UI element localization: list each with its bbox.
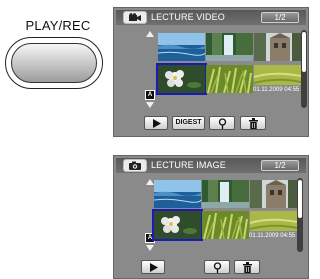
image-screen-header: LECTURE IMAGE 1/2 [116,158,306,173]
video-play-button[interactable] [144,116,168,130]
image-thumbnail[interactable] [250,211,297,231]
lecture-playback-illustration: PLAY/REC LECTURE VIDEO 1/2 A 01.11.2009 … [0,0,315,279]
image-screen-title: LECTURE IMAGE [151,160,226,170]
video-delete-button[interactable] [240,116,266,130]
flower-thumbnail-image [158,65,205,93]
waterfall-thumbnail-image [202,180,249,208]
play-rec-label: PLAY/REC [25,18,91,33]
video-mode-button[interactable] [123,11,147,24]
play-icon [150,263,158,272]
image-date-label: 01.11.2009 04:55 [249,233,296,239]
search-icon [213,262,222,273]
ocean-thumbnail-image [158,33,205,61]
trash-icon [249,118,258,129]
video-lock-icon: A [145,90,155,100]
video-screen-title: LECTURE VIDEO [151,12,225,22]
video-scroll-down-arrow[interactable] [146,102,154,108]
video-thumbnail[interactable] [158,33,205,61]
video-date-label: 01.11.2009 04:55 [253,87,300,93]
play-icon [153,119,161,128]
image-thumbnail[interactable] [250,180,297,208]
play-rec-button[interactable] [5,37,103,89]
image-play-button[interactable] [141,260,165,274]
video-thumbnail[interactable] [254,65,301,85]
video-index-screen: LECTURE VIDEO 1/2 A 01.11.2009 04:55 DIG… [113,7,309,137]
image-thumbnail[interactable] [202,211,249,239]
image-thumbnail[interactable] [154,180,201,208]
grass-thumbnail-image [202,211,249,239]
image-scrollbar-thumb[interactable] [298,180,302,218]
video-camera-icon [129,13,141,21]
image-delete-button[interactable] [234,260,260,274]
camera-icon [129,161,141,170]
image-thumbnail[interactable] [202,180,249,208]
video-digest-button[interactable]: DIGEST [172,116,205,130]
flower-thumbnail-image [154,211,201,239]
video-scrollbar-thumb[interactable] [302,32,306,72]
building-thumbnail-image [250,180,297,208]
video-screen-header: LECTURE VIDEO 1/2 [116,10,306,25]
video-page-indicator: 1/2 [261,12,299,23]
video-thumbnail[interactable] [206,33,253,61]
waterfall-thumbnail-image [206,33,253,61]
image-thumbnail-selected[interactable] [152,209,203,241]
video-scrollbar[interactable] [301,30,307,108]
video-thumbnail[interactable] [206,65,253,93]
image-page-indicator: 1/2 [261,160,299,171]
trash-icon [243,262,252,273]
image-scrollbar[interactable] [297,178,303,252]
image-search-button[interactable] [204,260,230,274]
play-rec-button-face [11,43,97,83]
image-scroll-down-arrow[interactable] [146,245,154,251]
video-scroll-up-arrow[interactable] [146,31,154,37]
video-thumbnail[interactable] [254,33,301,61]
video-search-button[interactable] [209,116,235,130]
video-thumbnail-selected[interactable] [156,63,207,95]
field-thumbnail-image [250,211,297,231]
search-icon [218,118,227,129]
grass-thumbnail-image [206,65,253,93]
image-mode-button[interactable] [123,159,147,172]
field-thumbnail-image [254,65,301,85]
image-scroll-up-arrow[interactable] [146,179,154,185]
ocean-thumbnail-image [154,180,201,208]
building-thumbnail-image [254,33,301,61]
image-index-screen: LECTURE IMAGE 1/2 A 01.11.2009 04:55 [113,155,309,279]
